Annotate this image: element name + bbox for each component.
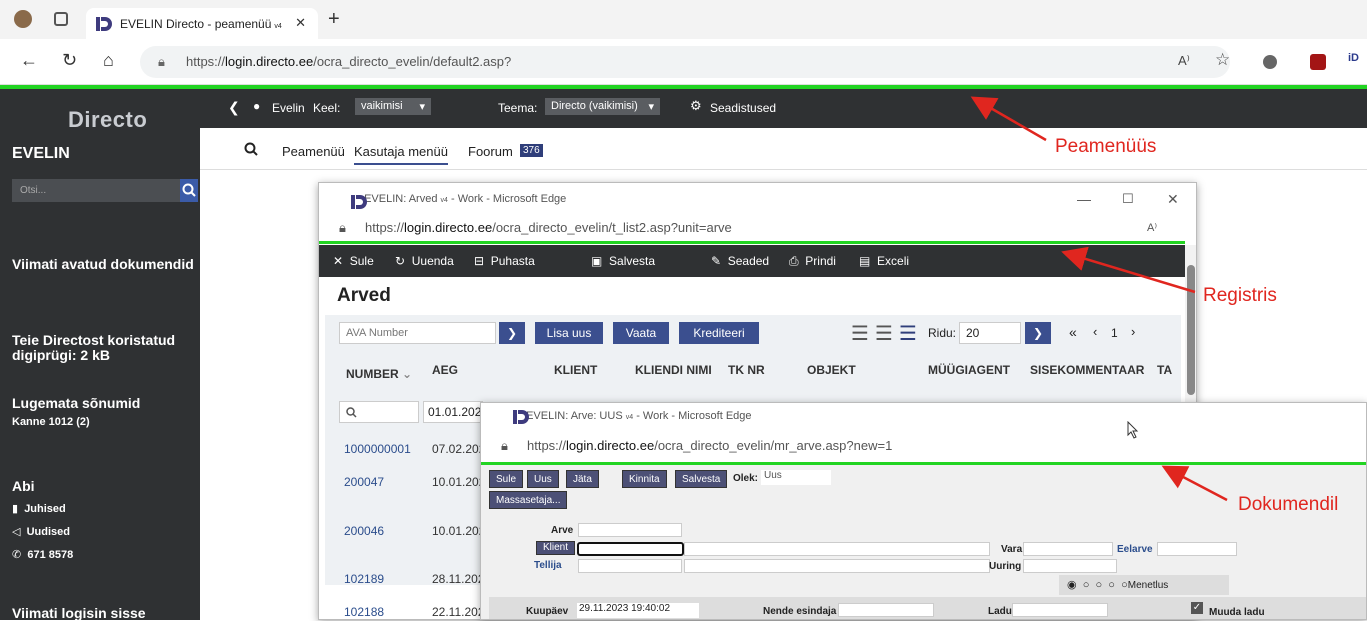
annotation-document: Dokumendil [1238, 494, 1339, 515]
annotation-register: Registris [1203, 285, 1277, 306]
annotation-arrow-main-menu [970, 96, 1047, 142]
annotation-main-menu: Peamenüüs [1055, 136, 1157, 157]
annotation-arrows [970, 96, 1228, 502]
annotation-arrow-document [1161, 465, 1228, 502]
annotation-arrow-register [1061, 246, 1196, 294]
